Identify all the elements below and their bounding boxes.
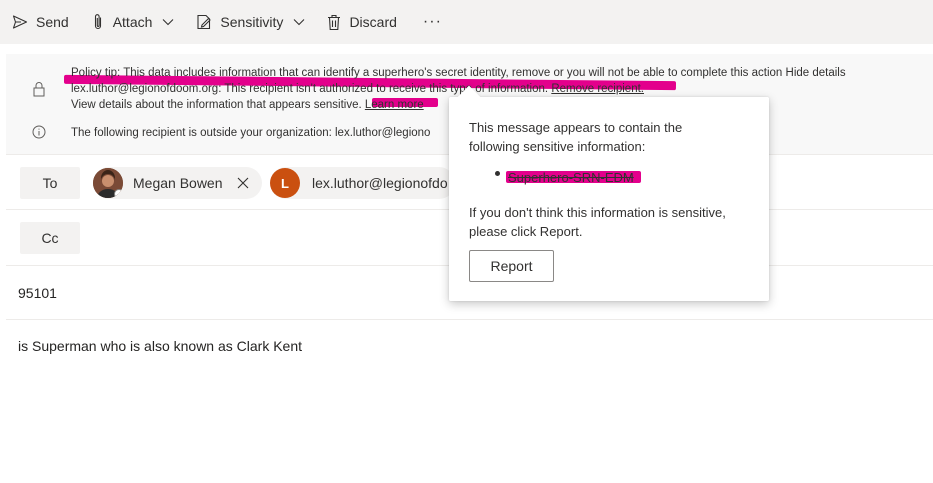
trash-icon: [328, 14, 341, 30]
callout-note: If you don't think this information is s…: [469, 205, 726, 239]
remove-recipient-link[interactable]: Remove recipient.: [551, 83, 644, 95]
bullet: [495, 171, 500, 176]
policy-tip-line: Policy tip: This data includes informati…: [71, 67, 846, 79]
attach-button[interactable]: Attach: [85, 6, 181, 38]
info-icon: [32, 125, 46, 139]
command-toolbar: Send Attach Sensitivity Discard ···: [0, 0, 933, 44]
send-label: Send: [36, 14, 69, 30]
recipient-name: lex.luthor@legionofdo: [312, 175, 448, 191]
send-button[interactable]: Send: [6, 6, 75, 38]
close-icon: [237, 177, 248, 189]
external-recipient-text: The following recipient is outside your …: [71, 127, 431, 139]
recipient-chip-megan[interactable]: Megan Bowen: [93, 167, 262, 199]
chevron-down-icon[interactable]: [293, 18, 305, 26]
report-button[interactable]: Report: [469, 250, 554, 282]
more-options-button[interactable]: ···: [417, 13, 448, 31]
hide-details-link[interactable]: Hide details: [786, 67, 846, 79]
cc-button[interactable]: Cc: [20, 222, 80, 254]
lock-icon: [33, 82, 45, 97]
paperclip-icon: [94, 14, 101, 30]
to-button[interactable]: To: [20, 167, 80, 199]
discard-label: Discard: [349, 14, 397, 30]
sensitive-info-type: Superhero-SRN-EDM: [508, 170, 634, 185]
sensitivity-button[interactable]: Sensitivity: [190, 6, 311, 38]
recipient-name: Megan Bowen: [133, 175, 223, 191]
chevron-down-icon[interactable]: [162, 18, 174, 26]
send-icon: [12, 15, 28, 29]
learn-more-link[interactable]: Learn more: [365, 99, 424, 111]
view-details-line: View details about the information that …: [71, 99, 424, 111]
subject-field[interactable]: 95101: [18, 285, 57, 301]
sensitive-info-callout: This message appears to contain the foll…: [449, 85, 769, 301]
remove-recipient-button[interactable]: [237, 177, 249, 189]
sensitivity-icon: [197, 14, 212, 30]
sensitivity-label: Sensitivity: [220, 14, 284, 30]
avatar: [93, 168, 123, 198]
external-recipient-line: The following recipient is outside your …: [71, 127, 430, 139]
discard-button[interactable]: Discard: [321, 6, 402, 38]
presence-indicator: [114, 189, 123, 198]
divider: [6, 319, 933, 320]
callout-intro: This message appears to contain the foll…: [469, 120, 683, 154]
callout-content: This message appears to contain the foll…: [449, 97, 769, 301]
view-details-text: View details about the information that …: [71, 99, 362, 111]
recipient-warning-line: lex.luthor@legionofdoom.org: This recipi…: [71, 83, 644, 95]
policy-tip-text: Policy tip: This data includes informati…: [71, 67, 783, 79]
message-body[interactable]: is Superman who is also known as Clark K…: [18, 338, 302, 354]
avatar: L: [270, 168, 300, 198]
attach-label: Attach: [112, 14, 153, 30]
recipient-chip-lex[interactable]: L lex.luthor@legionofdo: [270, 167, 455, 199]
